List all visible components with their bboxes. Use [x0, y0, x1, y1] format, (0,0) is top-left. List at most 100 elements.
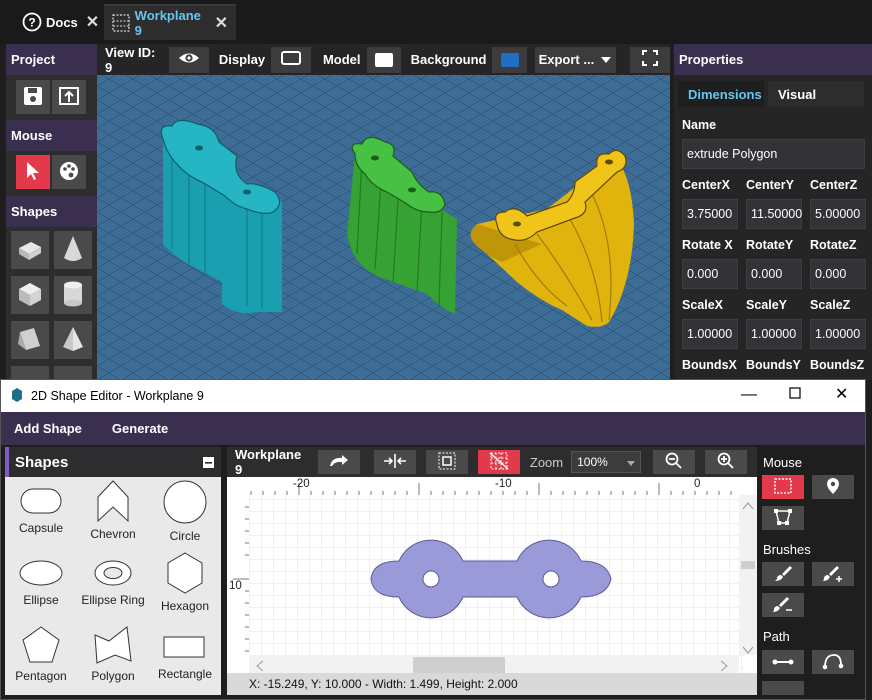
zoom-out-button[interactable]	[653, 450, 696, 474]
section-mouse: Mouse	[6, 120, 97, 151]
name-field[interactable]: extrude Polygon	[682, 139, 865, 169]
tab-docs[interactable]: ? Docs ✕	[14, 4, 107, 40]
close-icon[interactable]: ✕	[215, 13, 228, 33]
shape-polygon[interactable]: Polygon	[77, 625, 149, 683]
map-pin-icon	[826, 477, 840, 498]
shape-chevron-label: Chevron	[90, 527, 136, 541]
centerz-label: CenterZ	[810, 178, 858, 192]
curve-icon	[822, 652, 844, 673]
brush-subtract-icon	[773, 595, 793, 616]
collapse-icon[interactable]	[203, 455, 214, 472]
cylinder-shape-button[interactable]	[54, 276, 92, 314]
centerz-field[interactable]: 5.00000	[810, 199, 866, 229]
brush-subtract-button[interactable]	[762, 593, 804, 617]
scaley-field[interactable]: 1.00000	[746, 319, 802, 349]
centerx-field[interactable]: 3.75000	[682, 199, 738, 229]
shape-circle[interactable]: Circle	[149, 479, 221, 543]
save-icon	[23, 86, 43, 109]
pyramid-shape-button[interactable]	[54, 321, 92, 359]
tab-workplane[interactable]: Workplane 9 ✕	[104, 4, 236, 40]
dialog-title: 2D Shape Editor - Workplane 9	[31, 389, 204, 403]
select-rect-button[interactable]	[762, 475, 804, 499]
capsule-icon	[20, 488, 62, 514]
save-button[interactable]	[16, 80, 50, 114]
rotatez-field[interactable]: 0.000	[810, 259, 866, 289]
line-tool-button[interactable]	[762, 650, 804, 674]
tab-dimensions[interactable]: Dimensions	[678, 81, 764, 107]
zoom-select[interactable]: 100%	[571, 451, 642, 473]
brush-add-button[interactable]	[812, 562, 854, 586]
display-label: Display	[218, 52, 266, 67]
line-segment-icon	[772, 655, 794, 670]
rotatey-field[interactable]: 0.000	[746, 259, 802, 289]
brush-button[interactable]	[762, 562, 804, 586]
torus-shape-button[interactable]	[54, 366, 92, 380]
shape-pentagon[interactable]: Pentagon	[5, 625, 77, 683]
status-text: X: -15.249, Y: 10.000 - Width: 1.499, He…	[249, 677, 518, 691]
shape-ellipse[interactable]: Ellipse	[5, 557, 77, 607]
flip-button[interactable]	[373, 450, 416, 474]
redo-button[interactable]	[318, 450, 360, 474]
export-dropdown-label: Export ...	[538, 52, 595, 67]
centery-label: CenterY	[746, 178, 794, 192]
sphere-shape-button[interactable]	[11, 366, 49, 380]
rotatey-label: RotateY	[746, 238, 794, 252]
viewport-grid	[97, 44, 670, 380]
shape-rectangle[interactable]: Rectangle	[149, 631, 221, 681]
properties-title: Properties	[674, 44, 872, 75]
ruler-left-label-1: 10	[229, 580, 242, 592]
wedge-shape-button[interactable]	[11, 321, 49, 359]
pen-tool-button[interactable]	[762, 681, 804, 695]
fullscreen-button[interactable]	[630, 46, 670, 73]
export-dropdown[interactable]: Export ...	[534, 46, 617, 73]
scalez-field[interactable]: 1.00000	[810, 319, 866, 349]
model-color-button[interactable]	[366, 46, 401, 73]
eye-icon	[177, 50, 201, 69]
shape-polygon-label: Polygon	[91, 669, 135, 683]
shapes-panel: Shapes Capsule Chevron Circle Ellipse El…	[5, 447, 221, 695]
visibility-button[interactable]	[169, 46, 209, 73]
menu-generate[interactable]: Generate	[112, 421, 168, 436]
fit-button[interactable]	[425, 450, 468, 474]
shape-capsule[interactable]: Capsule	[5, 485, 77, 535]
curve-tool-button[interactable]	[812, 650, 854, 674]
tab-docs-label: Docs	[46, 14, 78, 30]
node-edit-button[interactable]	[762, 506, 804, 530]
color-swatch-blue	[500, 52, 519, 67]
cube-shape-button[interactable]	[11, 276, 49, 314]
ruler-top-label-3: 0	[694, 478, 701, 490]
box-shape-button[interactable]	[11, 231, 49, 269]
minimize-icon[interactable]: —	[741, 386, 757, 404]
cube-icon	[15, 236, 45, 265]
3d-viewport[interactable]: View ID: 9 Display Model Background Expo…	[97, 44, 670, 380]
circle-icon	[163, 480, 207, 524]
ruler-top-label-1: -20	[293, 478, 310, 490]
centery-field[interactable]: 11.50000	[746, 199, 802, 229]
background-color-button[interactable]	[492, 46, 527, 73]
tab-visual[interactable]: Visual	[768, 81, 864, 107]
pin-tool-button[interactable]	[812, 475, 854, 499]
rotatex-field[interactable]: 0.000	[682, 259, 738, 289]
chevron-down-icon	[600, 52, 612, 67]
shape-chevron[interactable]: Chevron	[77, 479, 149, 541]
close-icon[interactable]: ✕	[835, 384, 848, 404]
tab-workplane-label: Workplane 9	[134, 8, 201, 38]
fullscreen-icon	[642, 50, 659, 69]
rectangle-icon	[163, 636, 205, 658]
zoom-in-button[interactable]	[705, 450, 747, 474]
shape-hexagon[interactable]: Hexagon	[149, 551, 221, 613]
maximize-icon[interactable]	[789, 387, 801, 402]
chevron-icon	[97, 480, 129, 523]
boundsx-label: BoundsX	[682, 358, 737, 372]
scalex-field[interactable]: 1.00000	[682, 319, 738, 349]
menu-add-shape[interactable]: Add Shape	[14, 421, 82, 436]
display-mode-button[interactable]	[271, 46, 311, 73]
drawing-canvas[interactable]: -20 -10 0 10	[227, 477, 757, 677]
grid-toggle-button[interactable]	[477, 450, 520, 474]
cone-shape-button[interactable]	[54, 231, 92, 269]
paint-tool-button[interactable]	[52, 155, 86, 189]
shape-ellipse-ring[interactable]: Ellipse Ring	[77, 557, 149, 607]
export-button[interactable]	[52, 80, 86, 114]
close-icon[interactable]: ✕	[86, 12, 99, 32]
select-tool-button[interactable]	[16, 155, 50, 189]
